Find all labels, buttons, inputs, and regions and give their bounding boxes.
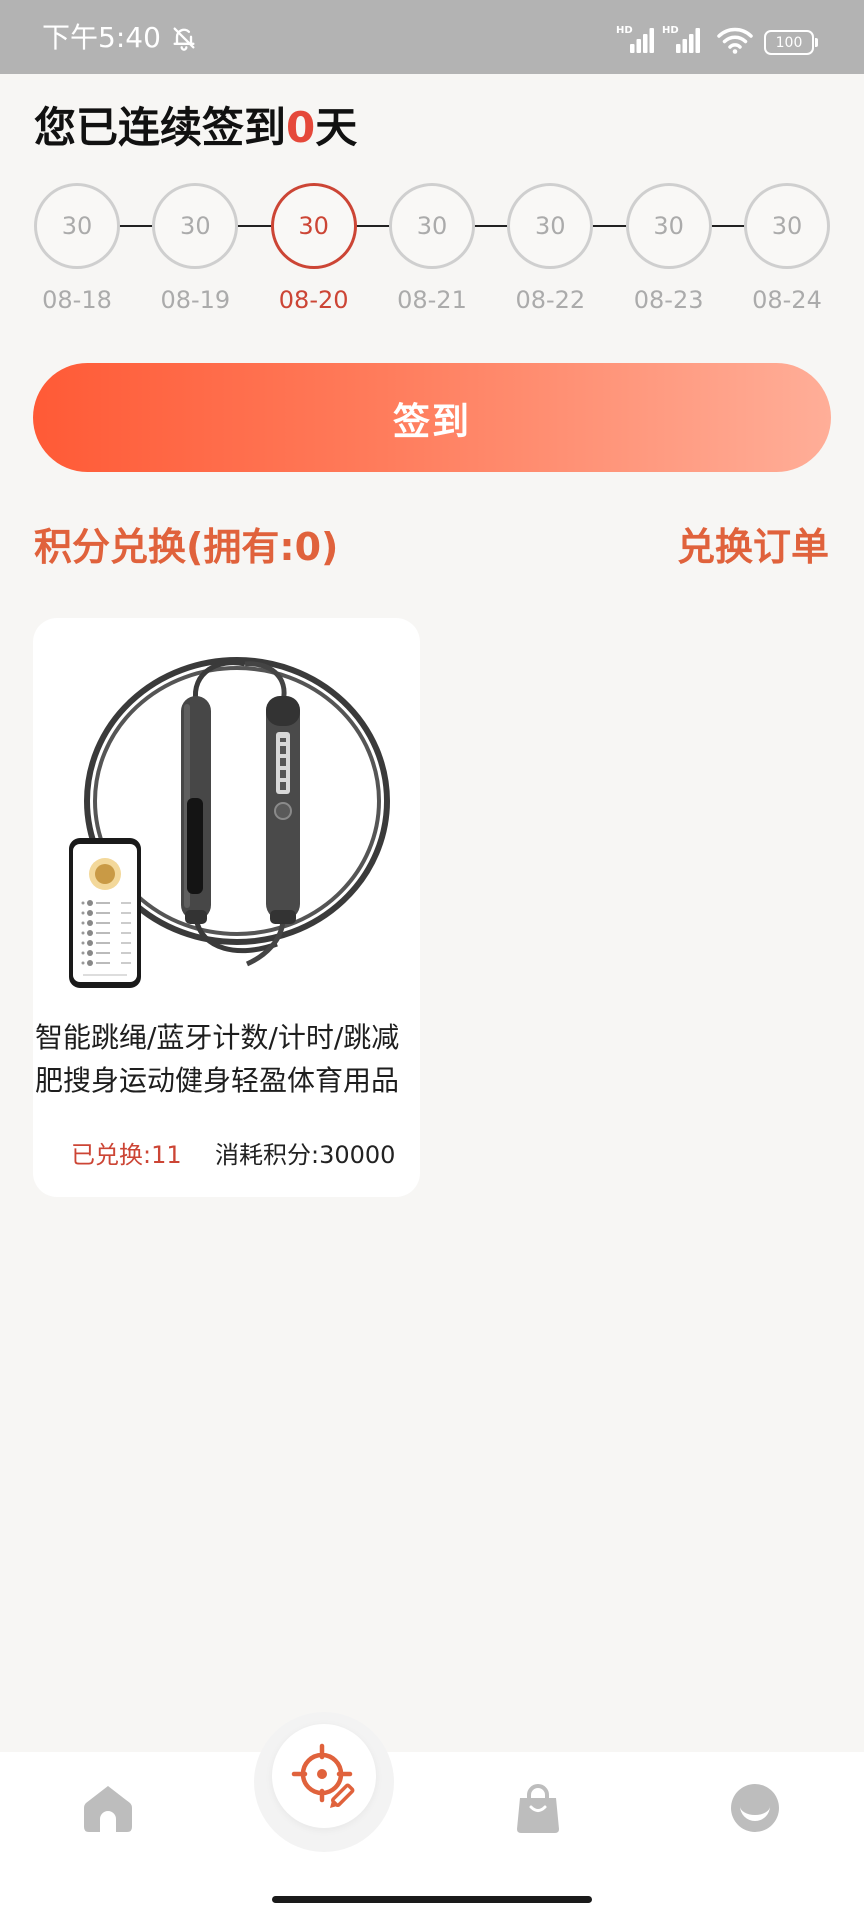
- exchange-orders-link[interactable]: 兑换订单: [677, 525, 829, 569]
- sign-in-button[interactable]: 签到: [33, 363, 831, 472]
- day-points-circle: 30: [507, 183, 594, 269]
- checkin-day: 30 08-22: [507, 183, 594, 318]
- nav-shop[interactable]: [511, 1781, 565, 1835]
- day-points: 30: [61, 212, 93, 240]
- signal-hd-label: HD: [662, 25, 679, 36]
- signal-icon: HD: [616, 25, 658, 55]
- product-points-cost: 消耗积分:30000: [215, 1141, 396, 1169]
- home-icon: [84, 1786, 132, 1832]
- wifi-icon: [716, 27, 754, 55]
- day-points: 30: [535, 212, 566, 240]
- day-points: 30: [653, 212, 684, 240]
- day-date: 08-20: [278, 286, 349, 314]
- day-points-circle: 30: [270, 183, 357, 269]
- day-date: 08-18: [42, 286, 112, 314]
- points-exchange-title: 积分兑换(拥有:0): [34, 525, 339, 569]
- home-indicator[interactable]: [272, 1896, 592, 1903]
- day-points-circle: 30: [743, 183, 830, 269]
- day-points: 30: [298, 212, 329, 240]
- status-time: 下午5:40: [42, 21, 161, 54]
- streak-count: 0: [286, 103, 316, 152]
- day-date: 08-24: [752, 286, 822, 314]
- battery-level: 100: [775, 34, 803, 51]
- checkin-title-suffix: 天: [315, 103, 358, 152]
- signal-icon: HD: [662, 25, 704, 55]
- checkin-title-prefix: 您已连续签到: [34, 103, 287, 152]
- day-points-circle: 30: [388, 183, 475, 269]
- bottom-nav: [0, 1752, 864, 1920]
- smart-jump-rope-image: [69, 657, 390, 988]
- signal-hd-label: HD: [616, 25, 633, 36]
- bell-off-icon: [170, 24, 198, 52]
- checkin-day: 30 08-24: [743, 183, 830, 318]
- checkin-title: 您已连续签到0天: [34, 104, 357, 152]
- day-points-circle: 30: [34, 183, 120, 269]
- battery-nub: [815, 38, 818, 47]
- nav-home[interactable]: [81, 1781, 135, 1835]
- day-points: 30: [180, 212, 211, 240]
- day-date: 08-22: [515, 286, 586, 314]
- battery-icon: 100: [764, 30, 814, 55]
- day-date: 08-19: [160, 286, 231, 314]
- day-points: 30: [416, 212, 448, 240]
- day-points-circle: 30: [152, 183, 239, 269]
- checkin-day: 30 08-21: [388, 183, 475, 318]
- day-points: 30: [771, 212, 803, 240]
- day-points-circle: 30: [625, 183, 712, 269]
- target-edit-icon: [290, 1742, 358, 1810]
- checkin-days: 30 08-18 30 08-19 30 08-20 30 08-21 30 0…: [34, 183, 830, 318]
- checkin-day: 30 08-20: [270, 183, 357, 318]
- nav-profile[interactable]: [728, 1781, 782, 1835]
- checkin-day: 30 08-19: [152, 183, 239, 318]
- day-date: 08-23: [633, 286, 704, 314]
- nav-checkin[interactable]: [272, 1724, 376, 1828]
- status-bar: 下午5:40 HD HD 100: [0, 0, 864, 74]
- checkin-day: 30 08-18: [34, 183, 120, 318]
- smile-icon: [731, 1784, 779, 1832]
- product-name: 智能跳绳/蓝牙计数/计时/跳减肥搜身运动健身轻盈体育用品: [35, 1021, 400, 1097]
- checkin-day: 30 08-23: [625, 183, 712, 318]
- shopping-bag-icon: [517, 1784, 559, 1833]
- day-date: 08-21: [397, 286, 467, 314]
- product-card[interactable]: 智能跳绳/蓝牙计数/计时/跳减肥搜身运动健身轻盈体育用品 已兑换:11 消耗积分…: [33, 618, 420, 1197]
- product-redeemed-count: 已兑换:11: [71, 1141, 182, 1169]
- app-root: 下午5:40 HD HD 100 您已连续签到0天 30 08-18 30 08…: [0, 0, 864, 1920]
